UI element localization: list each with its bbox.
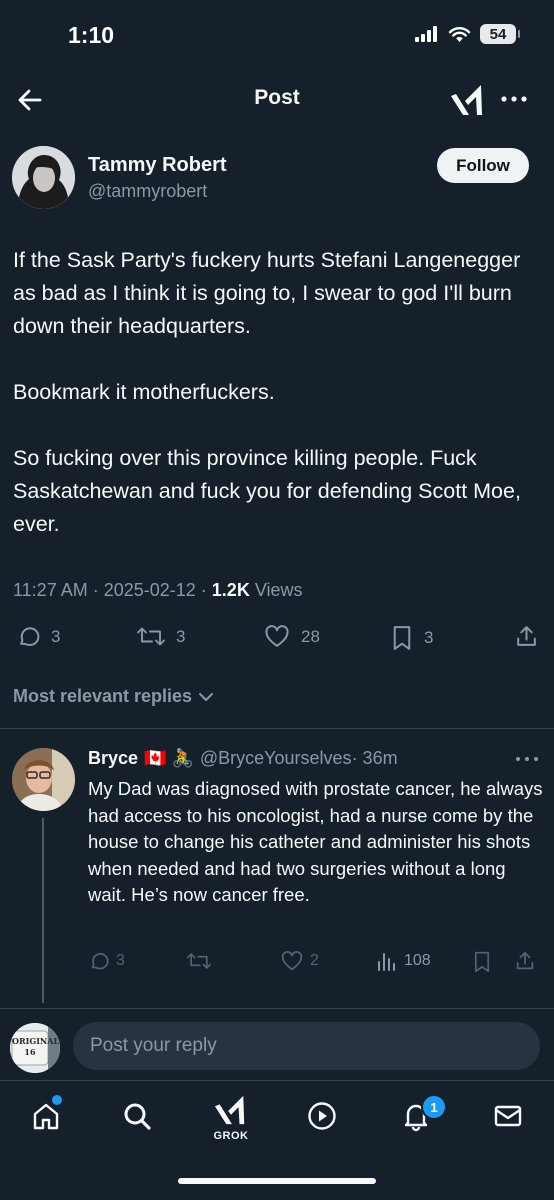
composer-avatar[interactable]: ORIGINAL 16 <box>10 1023 60 1073</box>
reply-repost-action[interactable] <box>186 950 212 972</box>
search-icon <box>124 1103 151 1130</box>
reply-input[interactable]: Post your reply <box>73 1022 540 1070</box>
repost-action[interactable]: 3 <box>136 624 185 649</box>
follow-button[interactable]: Follow <box>437 148 529 183</box>
post-paragraph: So fucking over this province killing pe… <box>13 446 521 536</box>
wifi-icon <box>448 26 471 42</box>
heart-icon <box>265 625 289 647</box>
reply-bookmark-action[interactable] <box>472 950 492 973</box>
reply-more-button[interactable] <box>514 752 540 766</box>
analytics-icon <box>378 953 395 971</box>
tab-grok-label: GROK <box>213 1130 249 1142</box>
avatar-image <box>12 748 75 811</box>
author-name[interactable]: Tammy Robert <box>88 154 227 177</box>
divider <box>0 728 554 729</box>
signal-icon <box>415 26 437 42</box>
more-options-button[interactable] <box>499 86 529 112</box>
bookmark-count: 3 <box>424 627 434 647</box>
author-avatar[interactable] <box>12 146 75 209</box>
home-notification-dot <box>52 1095 62 1105</box>
reply-icon <box>20 627 40 646</box>
divider <box>0 1080 554 1081</box>
reply-share-action[interactable] <box>514 950 536 972</box>
mail-icon <box>494 1105 522 1127</box>
post-paragraph: Bookmark it motherfuckers. <box>13 380 275 404</box>
post-body: If the Sask Party's fuckery hurts Stefan… <box>13 244 543 574</box>
tab-messages[interactable] <box>488 1096 528 1136</box>
chevron-down-icon <box>199 692 214 701</box>
reply-like-count: 2 <box>310 952 319 969</box>
divider <box>0 1008 554 1009</box>
replies-sort-toggle[interactable]: Most relevant replies <box>13 686 214 707</box>
reply-body: My Dad was diagnosed with prostate cance… <box>88 778 543 905</box>
repost-count: 3 <box>176 626 186 646</box>
reply-header: Bryce 🇨🇦 🚴 @BryceYourselves · 36m <box>88 748 398 769</box>
reply-reply-count: 3 <box>116 952 125 969</box>
reply-views-action[interactable]: 108 <box>376 950 431 972</box>
reply-action[interactable]: 3 <box>16 624 60 649</box>
views-count: 1.2K <box>211 580 250 600</box>
share-icon <box>516 951 534 970</box>
bookmark-icon <box>474 951 490 973</box>
grok-icon <box>214 1095 245 1125</box>
more-horizontal-icon <box>516 757 538 761</box>
grok-icon <box>451 85 482 115</box>
reply-reply-action[interactable]: 3 <box>88 950 125 972</box>
more-horizontal-icon <box>501 96 527 102</box>
battery-icon: 54 <box>480 24 520 44</box>
author-handle[interactable]: @tammyrobert <box>88 181 207 202</box>
bookmark-icon <box>393 626 411 650</box>
status-time: 1:10 <box>68 22 115 48</box>
thread-line <box>42 818 44 1003</box>
repost-icon <box>137 627 165 646</box>
views-label: Views <box>249 580 303 600</box>
reply-count: 3 <box>51 626 61 646</box>
home-indicator <box>178 1178 376 1184</box>
grok-button[interactable] <box>450 82 486 118</box>
reply-author-emoji: 🇨🇦 🚴 <box>144 748 194 768</box>
repost-icon <box>186 953 212 969</box>
bookmark-action[interactable]: 3 <box>390 624 433 651</box>
tab-videos[interactable] <box>302 1096 342 1136</box>
composer-avatar-text: ORIGINAL 16 <box>12 1036 60 1057</box>
heart-icon <box>281 951 303 971</box>
post-paragraph: If the Sask Party's fuckery hurts Stefan… <box>13 248 521 338</box>
reply-icon <box>91 952 109 970</box>
reply-time: · 36m <box>351 748 398 768</box>
share-action[interactable] <box>514 624 539 649</box>
like-count: 28 <box>301 626 320 646</box>
avatar-image <box>12 146 75 209</box>
post-timestamp: 11:27 AM · 2025-02-12 · <box>13 580 212 600</box>
status-icons: 54 <box>415 24 520 44</box>
share-icon <box>517 626 536 646</box>
notifications-badge: 1 <box>421 1094 447 1120</box>
reply-author-name[interactable]: Bryce <box>88 748 138 769</box>
post-meta: 11:27 AM · 2025-02-12 · 1.2K Views <box>13 580 303 601</box>
reply-author-handle[interactable]: @BryceYourselves <box>200 748 352 769</box>
reply-like-action[interactable]: 2 <box>280 950 319 972</box>
replies-sort-label: Most relevant replies <box>13 686 193 706</box>
tab-grok[interactable] <box>211 1090 251 1130</box>
reply-views-count: 108 <box>404 952 431 969</box>
play-circle-icon <box>308 1102 336 1130</box>
tab-search[interactable] <box>117 1096 157 1136</box>
reply-avatar[interactable] <box>12 748 75 811</box>
like-action[interactable]: 28 <box>263 624 320 649</box>
